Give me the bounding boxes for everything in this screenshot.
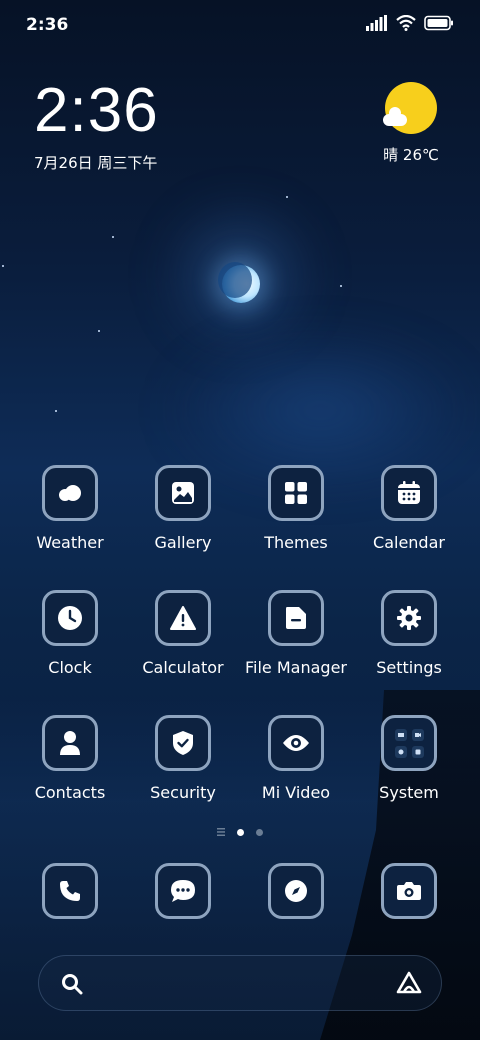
mini-app-icon xyxy=(411,745,424,758)
menu-lines-icon xyxy=(217,828,225,836)
app-themes[interactable]: Themes xyxy=(236,465,356,552)
calculator-icon xyxy=(155,590,211,646)
themes-icon xyxy=(268,465,324,521)
app-label: Themes xyxy=(264,533,328,552)
clock-time: 2:36 xyxy=(34,76,159,145)
clock-date: 7月26日 周三下午 xyxy=(34,154,158,172)
app-label: Contacts xyxy=(34,783,106,802)
app-label: Calculator xyxy=(142,658,224,677)
mini-app-icon xyxy=(394,728,407,741)
wallpaper-star xyxy=(98,330,100,332)
page-dot-active[interactable] xyxy=(237,828,244,836)
app-mi-video[interactable]: Mi Video xyxy=(236,715,356,802)
weather-icon xyxy=(42,465,98,521)
app-settings[interactable]: Settings xyxy=(349,590,469,677)
app-contacts[interactable]: Contacts xyxy=(10,715,130,802)
app-security[interactable]: Security xyxy=(123,715,243,802)
status-time: 2:36 xyxy=(26,15,69,35)
app-label: Mi Video xyxy=(261,783,331,802)
app-clock[interactable]: Clock xyxy=(10,590,130,677)
contacts-icon xyxy=(42,715,98,771)
app-calendar[interactable]: Calendar xyxy=(349,465,469,552)
app-gallery[interactable]: Gallery xyxy=(123,465,243,552)
app-label: Gallery xyxy=(154,533,212,552)
wallpaper-moon-shadow xyxy=(218,262,252,298)
dock-phone[interactable] xyxy=(10,863,130,919)
eye-icon xyxy=(268,715,324,771)
dock-messages[interactable] xyxy=(123,863,243,919)
wallpaper-star xyxy=(55,410,57,412)
mini-app-icon xyxy=(394,745,407,758)
search-bar[interactable] xyxy=(38,955,442,1011)
status-icons xyxy=(366,15,454,31)
signal-icon xyxy=(366,15,387,31)
wallpaper-star xyxy=(340,285,342,287)
messages-icon xyxy=(155,863,211,919)
status-bar: 2:36 xyxy=(0,0,480,50)
wallpaper-star xyxy=(2,265,4,267)
weather-widget[interactable]: 晴 26℃ xyxy=(376,82,446,165)
shield-icon xyxy=(155,715,211,771)
battery-icon xyxy=(424,15,453,31)
app-label: Security xyxy=(150,783,216,802)
page-indicator[interactable] xyxy=(0,828,480,836)
wifi-icon xyxy=(396,15,416,31)
gallery-icon xyxy=(155,465,211,521)
gear-icon xyxy=(381,590,437,646)
dock-camera[interactable] xyxy=(349,863,469,919)
mini-app-icon xyxy=(411,728,424,741)
wallpaper-star xyxy=(286,196,288,198)
clock-icon xyxy=(42,590,98,646)
app-system-folder[interactable]: System xyxy=(349,715,469,802)
app-label: System xyxy=(379,783,439,802)
app-label: Settings xyxy=(376,658,442,677)
app-weather[interactable]: Weather xyxy=(10,465,130,552)
browser-icon xyxy=(268,863,324,919)
app-label: File Manager xyxy=(245,658,347,677)
weather-text: 晴 26℃ xyxy=(383,146,439,164)
camera-icon xyxy=(381,863,437,919)
clock-widget[interactable]: 2:36 7月26日 周三下午 xyxy=(34,80,159,173)
app-vault-icon[interactable] xyxy=(395,970,423,996)
folder-icon xyxy=(381,715,437,771)
sunny-cloud-icon xyxy=(383,82,437,134)
calendar-icon xyxy=(381,465,437,521)
dock-browser[interactable] xyxy=(236,863,356,919)
phone-icon xyxy=(42,863,98,919)
file-manager-icon xyxy=(268,590,324,646)
app-label: Weather xyxy=(36,533,104,552)
app-calculator[interactable]: Calculator xyxy=(123,590,243,677)
app-label: Clock xyxy=(48,658,92,677)
page-dot[interactable] xyxy=(256,828,263,836)
search-icon[interactable] xyxy=(61,973,83,995)
app-file-manager[interactable]: File Manager xyxy=(236,590,356,677)
wallpaper-star xyxy=(112,236,114,238)
app-label: Calendar xyxy=(373,533,445,552)
